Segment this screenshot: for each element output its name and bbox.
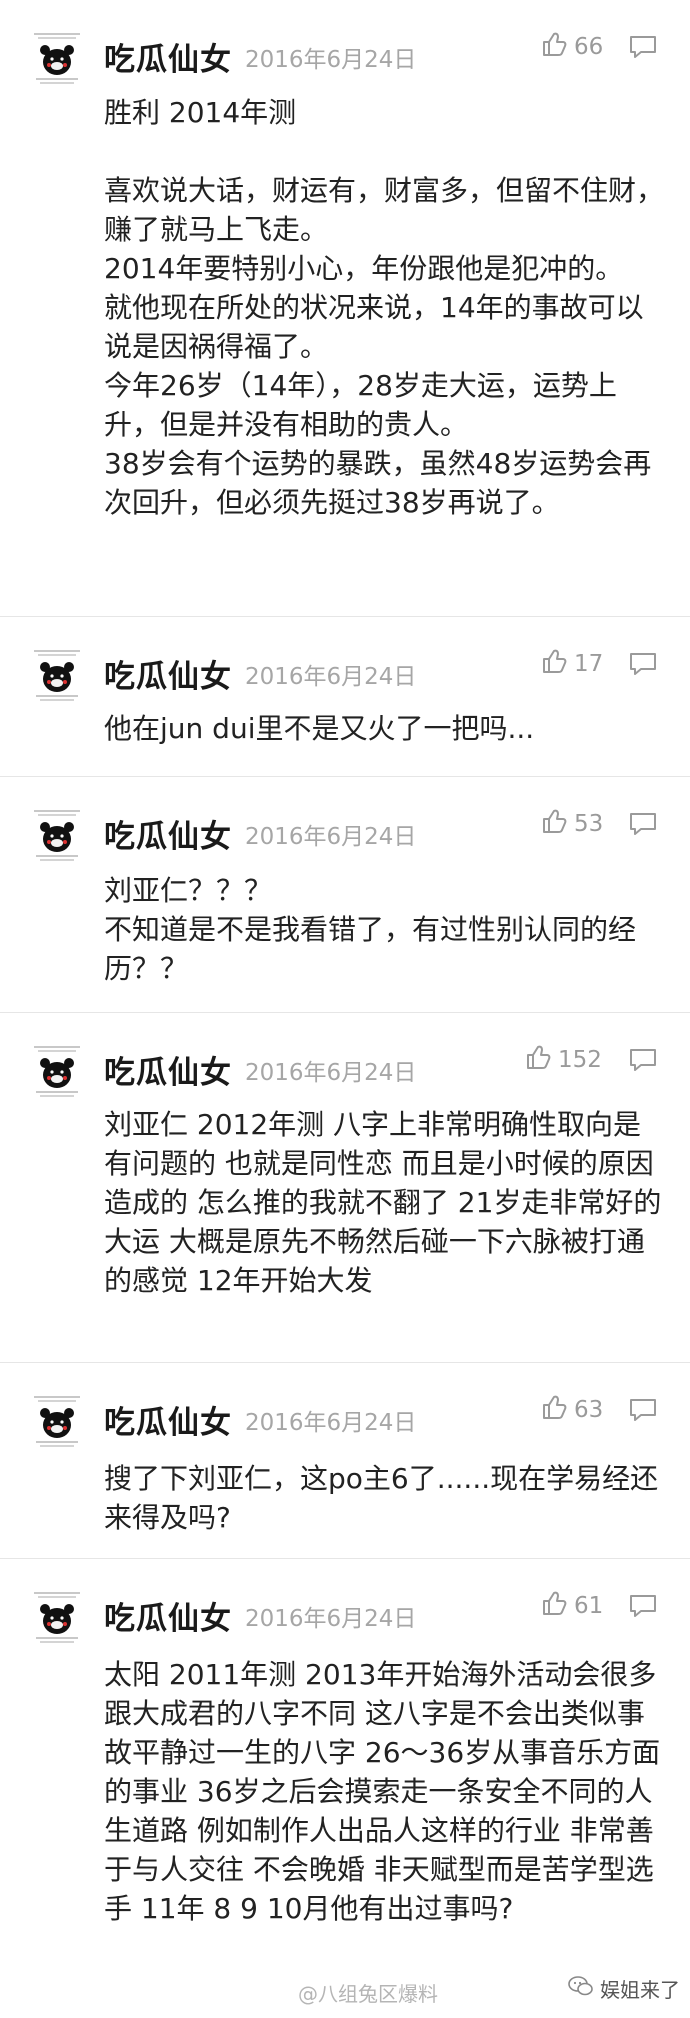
wechat-account-label: 娱姐来了 [600, 1978, 680, 2002]
username[interactable]: 吃瓜仙女 [104, 651, 232, 696]
username[interactable]: 吃瓜仙女 [104, 811, 232, 856]
thumbs-up-icon [540, 647, 568, 681]
comment-text: 38岁会有个运势的暴跌，虽然48岁运势会再次回升，但必须先挺过38岁再说了。 [104, 447, 652, 519]
comment-date: 2016年6月24日 [245, 1410, 417, 1436]
weibo-watermark: @八组兔区爆料 [298, 1982, 438, 2006]
thumbs-up-icon [540, 30, 568, 64]
reply-button[interactable] [628, 33, 658, 61]
username[interactable]: 吃瓜仙女 [104, 1397, 232, 1442]
thumbs-up-icon [540, 1589, 568, 1623]
like-count: 152 [558, 1047, 602, 1073]
comment-text: 胜利 2014年测 [104, 96, 297, 129]
avatar[interactable] [28, 647, 86, 705]
like-button[interactable]: 17 [540, 647, 603, 681]
avatar[interactable] [28, 807, 86, 865]
comment-bubble-icon [628, 1049, 658, 1078]
thumbs-up-icon [540, 1393, 568, 1427]
comment-text: 刘亚仁 2012年测 八字上非常明确性取向是有问题的 也就是同性恋 而且是小时候… [104, 1108, 662, 1297]
comment-body: 胜利 2014年测 喜欢说大话，财运有，财富多，但留不住财，赚了就马上飞走。 2… [104, 93, 668, 522]
comment-bubble-icon [628, 813, 658, 842]
comment-text: 不知道是不是我看错了，有过性别认同的经历？？ [104, 913, 637, 985]
comment-text: 喜欢说大话，财运有，财富多，但留不住财，赚了就马上飞走。 [104, 174, 665, 246]
like-button[interactable]: 53 [540, 807, 603, 841]
comment-body: 刘亚仁？？？ 不知道是不是我看错了，有过性别认同的经历？？ [104, 871, 668, 988]
comment-text: 就他现在所处的状况来说，14年的事故可以说是因祸得福了。 [104, 291, 644, 363]
wechat-icon [568, 1975, 594, 2002]
comment-bubble-icon [628, 1399, 658, 1428]
comment-date: 2016年6月24日 [245, 47, 417, 73]
like-count: 61 [574, 1593, 604, 1619]
comment-date: 2016年6月24日 [245, 824, 417, 850]
comment-body: 太阳 2011年测 2013年开始海外活动会很多 跟大成君的八字不同 这八字是不… [104, 1655, 668, 1928]
comment-body: 搜了下刘亚仁，这po主6了......现在学易经还来得及吗? [104, 1459, 668, 1537]
reply-button[interactable] [628, 1396, 658, 1424]
reply-button[interactable] [628, 1592, 658, 1620]
like-count: 53 [574, 811, 604, 837]
reply-button[interactable] [628, 810, 658, 838]
reply-button[interactable] [628, 650, 658, 678]
comment-text: 太阳 2011年测 2013年开始海外活动会很多 跟大成君的八字不同 这八字是不… [104, 1658, 661, 1925]
comment-body: 刘亚仁 2012年测 八字上非常明确性取向是有问题的 也就是同性恋 而且是小时候… [104, 1105, 668, 1300]
comment-bubble-icon [628, 36, 658, 65]
comment-text: 刘亚仁？？？ [104, 874, 273, 907]
comment-body: 他在jun dui里不是又火了一把吗... [104, 709, 668, 748]
like-button[interactable]: 61 [540, 1589, 603, 1623]
username[interactable]: 吃瓜仙女 [104, 1047, 232, 1092]
comment-bubble-icon [628, 653, 658, 682]
username[interactable]: 吃瓜仙女 [104, 34, 232, 79]
avatar[interactable] [28, 1043, 86, 1101]
avatar[interactable] [28, 30, 86, 88]
comment-text: 搜了下刘亚仁，这po主6了......现在学易经还来得及吗? [104, 1462, 659, 1534]
comment-item: 吃瓜仙女 2016年6月24日 152 刘亚仁 2012年测 八字上非常明确性取… [0, 1013, 690, 1363]
username[interactable]: 吃瓜仙女 [104, 1593, 232, 1638]
avatar[interactable] [28, 1589, 86, 1647]
comment-item: 吃瓜仙女 2016年6月24日 53 刘亚仁？？？ 不知道是不是我看错了，有过性… [0, 777, 690, 1013]
comment-item: 吃瓜仙女 2016年6月24日 66 胜利 2014年测 喜欢说大话，财运有，财… [0, 0, 690, 617]
comment-date: 2016年6月24日 [245, 664, 417, 690]
comment-item: 吃瓜仙女 2016年6月24日 63 搜了下刘亚仁，这po主6了......现在… [0, 1363, 690, 1559]
wechat-watermark: 娱姐来了 [568, 1974, 680, 2003]
comment-date: 2016年6月24日 [245, 1606, 417, 1632]
comment-date: 2016年6月24日 [245, 1060, 417, 1086]
comment-text: 2014年要特别小心，年份跟他是犯冲的。 [104, 252, 624, 285]
comment-item: 吃瓜仙女 2016年6月24日 61 太阳 2011年测 2013年开始海外活动… [0, 1559, 690, 2018]
like-count: 66 [574, 34, 604, 60]
comment-text: 今年26岁（14年），28岁走大运，运势上升，但是并没有相助的贵人。 [104, 369, 617, 441]
like-button[interactable]: 66 [540, 30, 603, 64]
like-button[interactable]: 152 [524, 1043, 602, 1077]
comment-item: 吃瓜仙女 2016年6月24日 17 他在jun dui里不是又火了一把吗... [0, 617, 690, 777]
like-button[interactable]: 63 [540, 1393, 603, 1427]
like-count: 63 [574, 1397, 604, 1423]
like-count: 17 [574, 651, 604, 677]
thumbs-up-icon [540, 807, 568, 841]
thumbs-up-icon [524, 1043, 552, 1077]
comment-text: 他在jun dui里不是又火了一把吗... [104, 712, 535, 745]
reply-button[interactable] [628, 1046, 658, 1074]
comment-bubble-icon [628, 1595, 658, 1624]
avatar[interactable] [28, 1393, 86, 1451]
